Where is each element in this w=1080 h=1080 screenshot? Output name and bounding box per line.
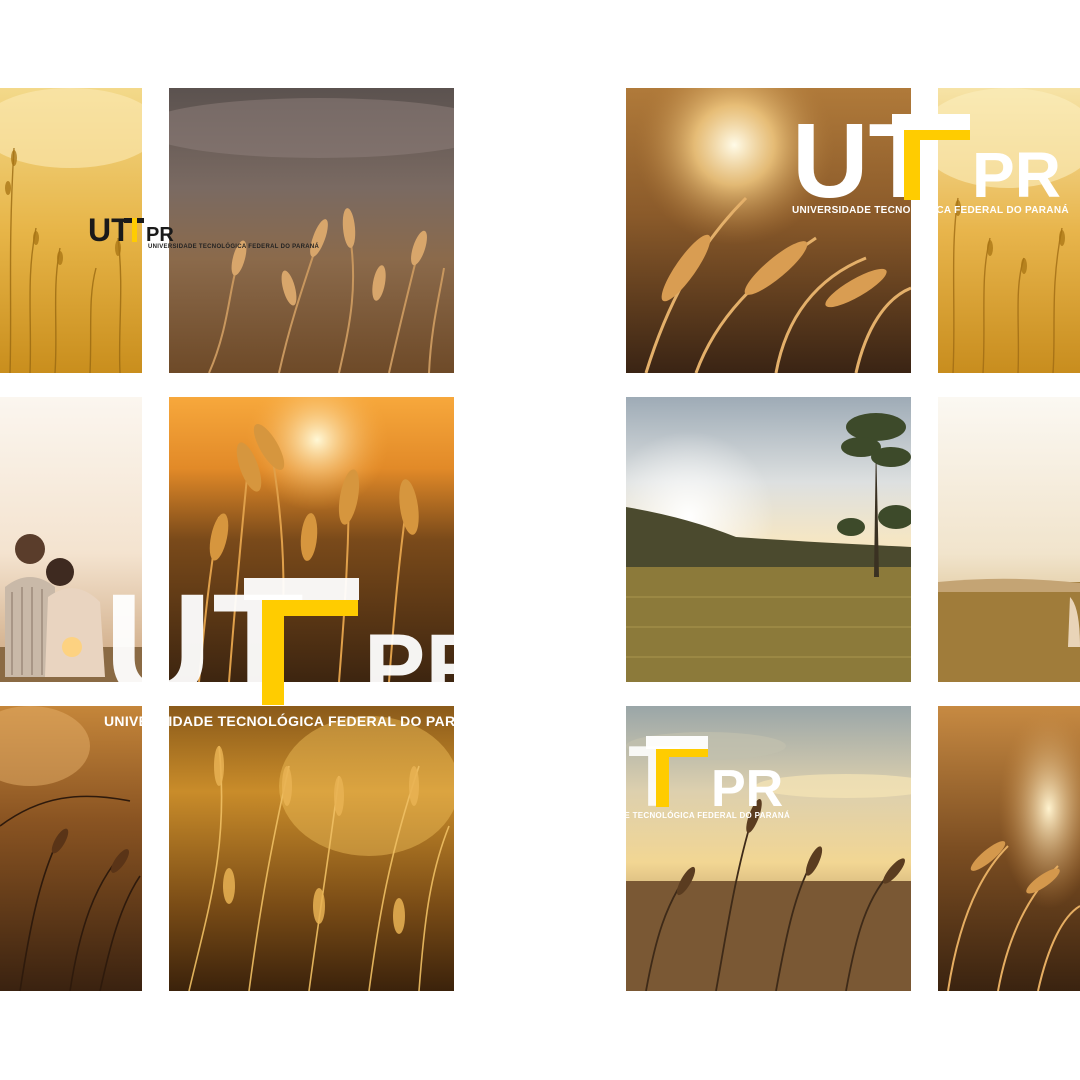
photo-tile-grass-silhouette	[0, 706, 142, 991]
utfpr-logo-mark: UT PR	[792, 102, 1061, 220]
svg-text:PR: PR	[146, 224, 174, 246]
svg-text:PR: PR	[364, 616, 492, 718]
utfpr-logo-mark: UT PR	[88, 212, 174, 248]
photo-tile-wheat-cloudy	[169, 88, 454, 373]
utfpr-tagline: UNIVERSIDADE TECNOLÓGICA FEDERAL DO PARA…	[148, 244, 320, 250]
utfpr-tagline: UNIVERSIDADE TECNOLÓGICA FEDERAL DO PARA…	[104, 713, 487, 729]
svg-text:UT: UT	[88, 212, 131, 248]
utfpr-tagline: UNIVERSIDADE TECNOLÓGICA FEDERAL DO PARA…	[792, 205, 1069, 216]
photo-tile-hazy-horizon	[938, 397, 1080, 682]
utfpr-logo-large: UT PR UNIVERSIDADE TECNOLÓGICA FEDERAL D…	[104, 562, 504, 730]
svg-text:PR: PR	[711, 760, 783, 818]
utfpr-logo-top-right: UT PR UNIVERSIDADE TECNOLÓGICA FEDERAL D…	[792, 102, 1069, 220]
utfpr-logo-mark: UT PR	[104, 562, 492, 730]
utfpr-tagline: UNIVERSIDADE TECNOLÓGICA FEDERAL DO PARA…	[566, 811, 791, 820]
photo-tile-grass-flare-right	[938, 706, 1080, 991]
photo-tile-backlit-grass	[169, 706, 454, 991]
utfpr-logo-small: UT PR UNIVERSIDADE TECNOLÓGICA FEDERAL D…	[88, 212, 319, 250]
photo-tile-field-tree-sun	[626, 397, 911, 682]
utfpr-logo-mid: UT PR UNIVERSIDADE TECNOLÓGICA FEDERAL D…	[566, 729, 791, 825]
svg-text:PR: PR	[972, 139, 1061, 211]
utfpr-logo-mark: UT PR	[566, 729, 783, 825]
